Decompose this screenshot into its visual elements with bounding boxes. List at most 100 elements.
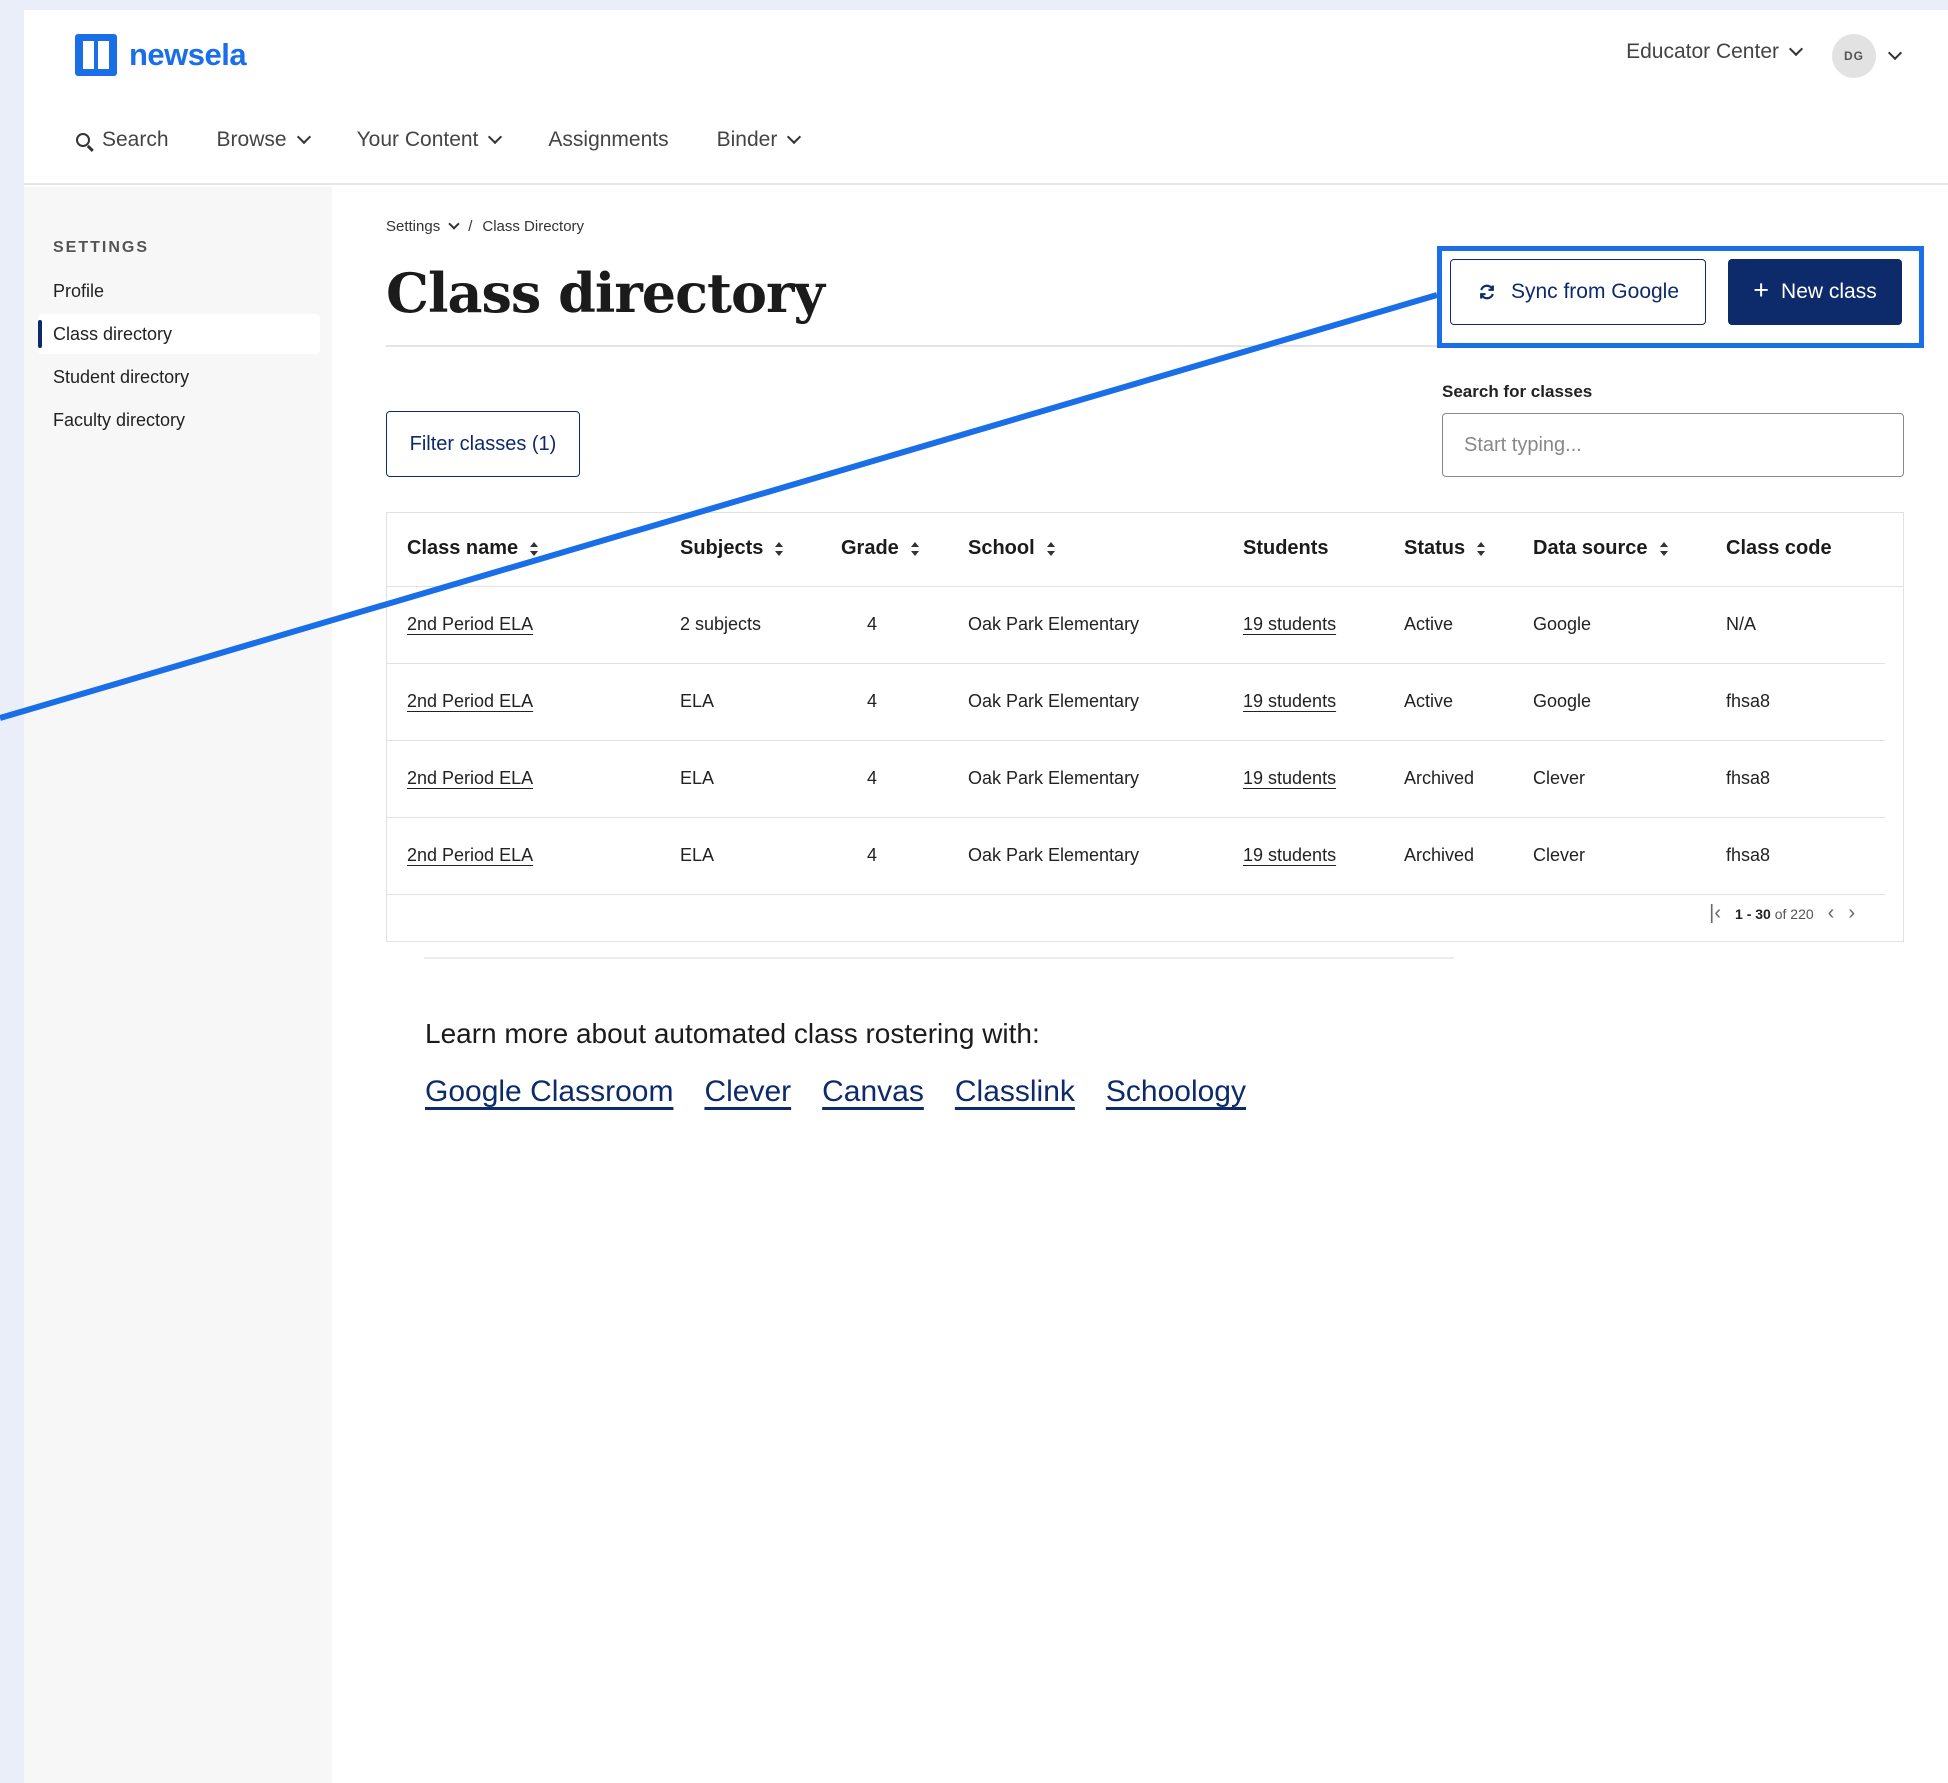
subjects-cell: 2 subjects	[680, 614, 762, 634]
status-cell: Archived	[1404, 768, 1475, 788]
column-header-students: Students	[1243, 537, 1329, 560]
column-header-class-code: Class code	[1726, 537, 1832, 560]
sort-icon	[1477, 541, 1486, 556]
pagination: |‹ 1 - 30 of 220 ‹ ›	[1709, 902, 1855, 925]
column-label: Subjects	[680, 537, 764, 559]
section-divider	[424, 957, 1454, 959]
column-header-status[interactable]: Status	[1404, 537, 1486, 560]
school-cell: Oak Park Elementary	[968, 614, 1140, 634]
educator-center-menu[interactable]: Educator Center	[1626, 40, 1804, 64]
educator-center-label: Educator Center	[1626, 40, 1779, 63]
school-cell: Oak Park Elementary	[968, 691, 1140, 711]
table-row: 2nd Period ELA ELA 4 Oak Park Elementary…	[387, 664, 1885, 741]
subjects-cell: ELA	[680, 845, 715, 865]
students-link[interactable]: 19 students	[1243, 845, 1336, 866]
class-table: Class name Subjects Grade School Student…	[386, 512, 1904, 942]
school-cell: Oak Park Elementary	[968, 768, 1140, 788]
nav-binder[interactable]: Binder	[716, 128, 802, 152]
sync-from-google-button[interactable]: Sync from Google	[1450, 259, 1706, 325]
data-source-cell: Google	[1533, 691, 1592, 711]
grade-cell: 4	[867, 614, 878, 634]
search-classes-input[interactable]: Start typing...	[1442, 413, 1904, 477]
link-clever[interactable]: Clever	[704, 1075, 791, 1109]
nav-your-content-label: Your Content	[356, 128, 479, 151]
new-class-button[interactable]: + New class	[1728, 259, 1902, 325]
column-label: Students	[1243, 537, 1329, 559]
sort-icon	[1659, 541, 1668, 556]
table-row: 2nd Period ELA 2 subjects 4 Oak Park Ele…	[387, 587, 1885, 664]
class-name-link[interactable]: 2nd Period ELA	[407, 768, 533, 789]
students-link[interactable]: 19 students	[1243, 691, 1336, 712]
sidebar-item-class-directory[interactable]: Class directory	[38, 314, 320, 354]
account-menu[interactable]: DG	[1832, 34, 1903, 78]
sidebar-item-faculty-directory[interactable]: Faculty directory	[53, 410, 185, 431]
column-header-data-source[interactable]: Data source	[1533, 537, 1668, 560]
class-name-link[interactable]: 2nd Period ELA	[407, 845, 533, 866]
grade-cell: 4	[867, 768, 878, 788]
breadcrumb-settings[interactable]: Settings	[386, 218, 440, 235]
breadcrumb-current: Class Directory	[482, 218, 585, 235]
link-classlink[interactable]: Classlink	[955, 1075, 1075, 1109]
column-header-subjects[interactable]: Subjects	[680, 537, 784, 560]
pagination-range: 1 - 30 of 220	[1735, 905, 1814, 922]
sidebar-item-profile[interactable]: Profile	[53, 281, 104, 302]
brand-name: newsela	[129, 37, 247, 72]
link-canvas[interactable]: Canvas	[822, 1075, 924, 1109]
nav-browse[interactable]: Browse	[216, 128, 311, 152]
search-classes-label: Search for classes	[1442, 382, 1593, 401]
column-header-grade[interactable]: Grade	[841, 537, 919, 560]
sort-icon	[910, 541, 919, 556]
breadcrumb-separator: /	[468, 218, 473, 235]
column-label: Class code	[1726, 537, 1832, 559]
status-cell: Active	[1404, 614, 1454, 634]
link-schoology[interactable]: Schoology	[1106, 1075, 1246, 1109]
settings-sidebar: SETTINGS Profile Class directory Student…	[24, 187, 332, 1783]
class-name-link[interactable]: 2nd Period ELA	[407, 614, 533, 635]
grade-cell: 4	[867, 691, 878, 711]
new-class-label: New class	[1781, 280, 1877, 303]
school-cell: Oak Park Elementary	[968, 845, 1140, 865]
chevron-down-icon	[1788, 41, 1804, 57]
data-source-cell: Clever	[1533, 768, 1586, 788]
data-source-cell: Google	[1533, 614, 1592, 634]
chevron-down-icon	[488, 129, 503, 145]
sidebar-item-student-directory[interactable]: Student directory	[53, 367, 189, 388]
sort-icon	[530, 541, 539, 556]
column-header-school[interactable]: School	[968, 537, 1055, 560]
avatar[interactable]: DG	[1832, 34, 1876, 78]
plus-icon: +	[1753, 275, 1770, 305]
filter-classes-button[interactable]: Filter classes (1)	[386, 411, 580, 477]
nav-assignments[interactable]: Assignments	[548, 128, 668, 152]
nav-browse-label: Browse	[216, 128, 287, 151]
grade-cell: 4	[867, 845, 878, 865]
first-page-icon[interactable]: |‹	[1709, 902, 1721, 925]
nav-your-content[interactable]: Your Content	[356, 128, 503, 152]
chevron-down-icon	[787, 129, 802, 145]
column-header-class-name[interactable]: Class name	[407, 537, 539, 560]
class-code-cell: N/A	[1726, 614, 1757, 634]
column-label: Grade	[841, 537, 899, 559]
status-cell: Archived	[1404, 845, 1475, 865]
newsela-logo[interactable]: newsela	[75, 34, 247, 76]
rostering-links: Google Classroom Clever Canvas Classlink…	[425, 1075, 1246, 1109]
subjects-cell: ELA	[680, 768, 715, 788]
newsela-logo-icon	[75, 34, 117, 76]
students-link[interactable]: 19 students	[1243, 614, 1336, 635]
students-link[interactable]: 19 students	[1243, 768, 1336, 789]
main-nav: Search Browse Your Content Assignments B…	[76, 128, 802, 152]
previous-page-icon[interactable]: ‹	[1828, 902, 1835, 925]
sidebar-item-label: Class directory	[53, 323, 173, 344]
chevron-down-icon	[1887, 45, 1903, 61]
column-label: Class name	[407, 537, 519, 559]
column-label: School	[968, 537, 1035, 559]
class-name-link[interactable]: 2nd Period ELA	[407, 691, 533, 712]
sync-icon	[1480, 284, 1494, 300]
nav-binder-label: Binder	[716, 128, 778, 151]
page-title: Class directory	[386, 261, 825, 325]
chevron-down-icon[interactable]	[448, 218, 460, 230]
next-page-icon[interactable]: ›	[1848, 902, 1855, 925]
nav-assignments-label: Assignments	[548, 128, 669, 151]
class-code-cell: fhsa8	[1726, 768, 1771, 788]
link-google-classroom[interactable]: Google Classroom	[425, 1075, 673, 1109]
nav-search[interactable]: Search	[76, 128, 169, 152]
